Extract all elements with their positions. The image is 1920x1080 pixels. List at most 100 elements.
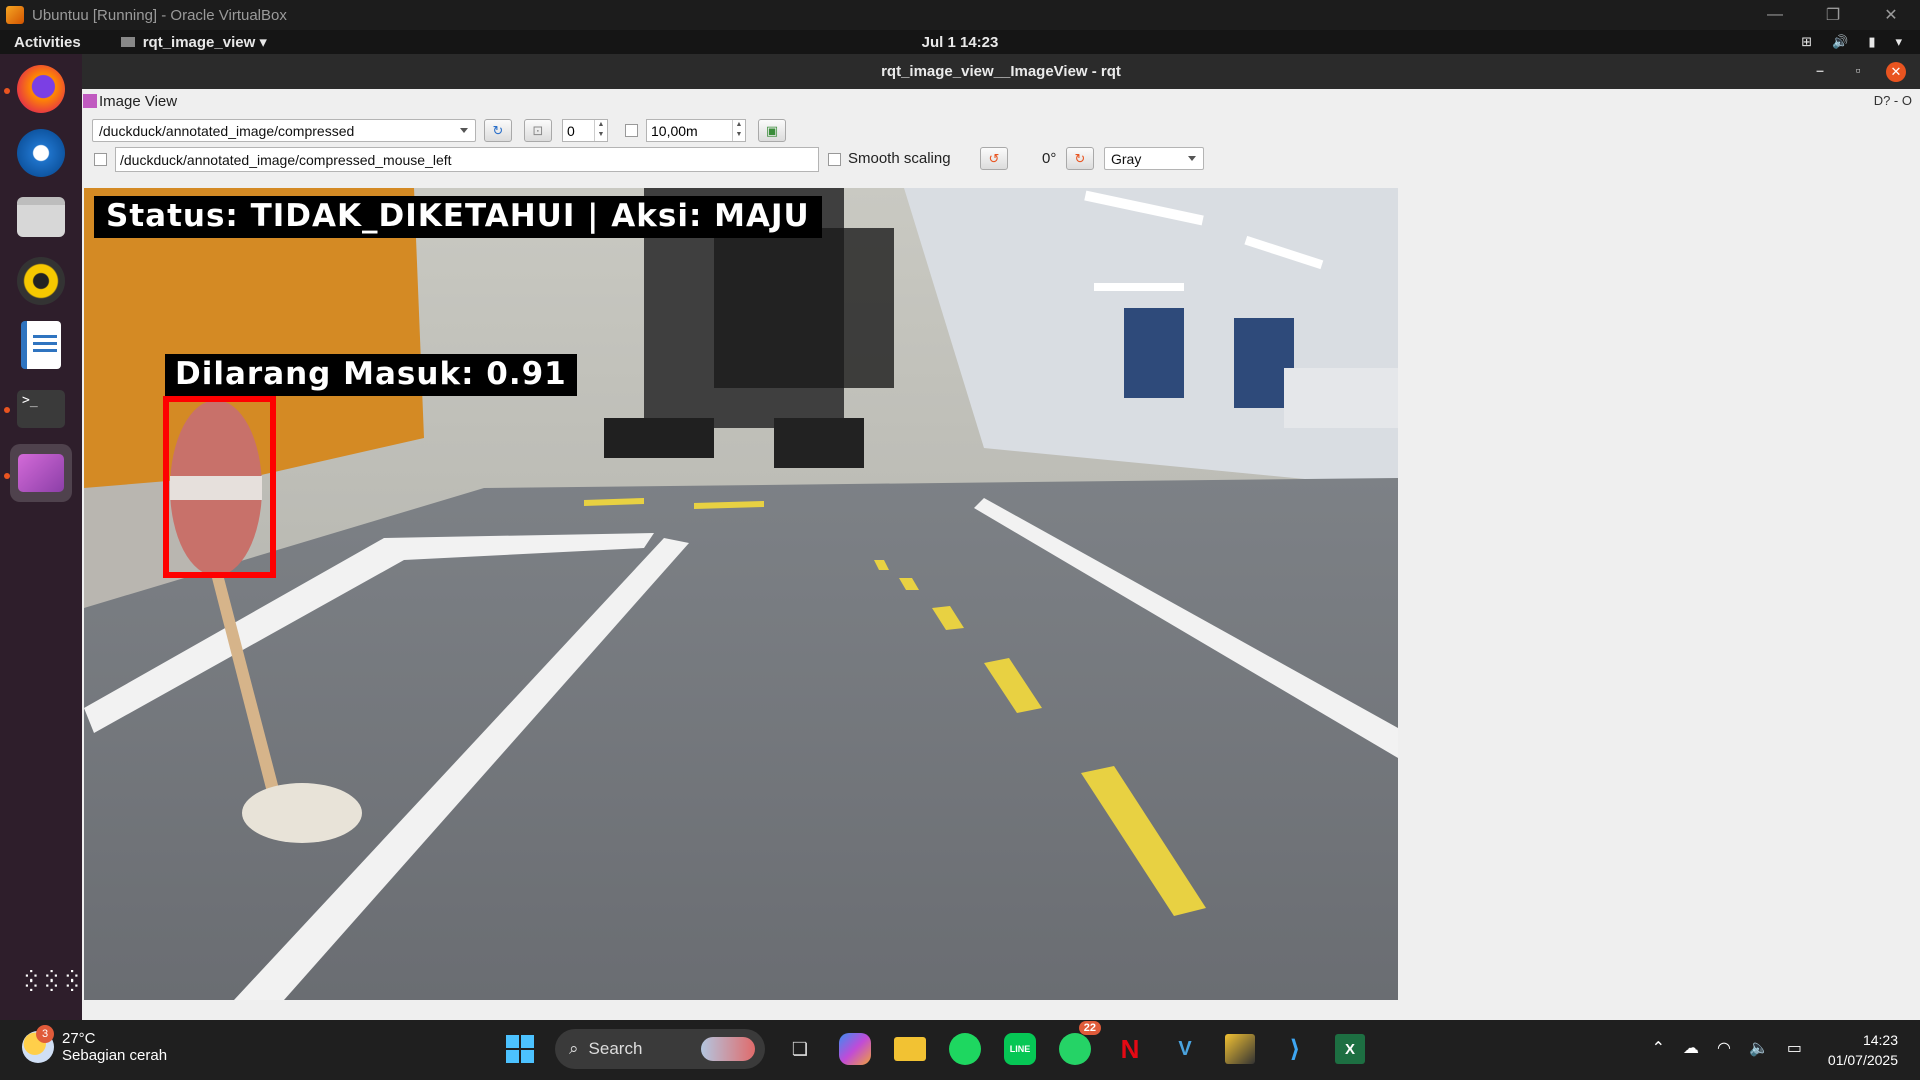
rqt-window-title: rqt_image_view__ImageView - rqt bbox=[881, 63, 1121, 80]
rotate-right-button[interactable]: ↻ bbox=[1066, 147, 1094, 170]
speaker-icon[interactable]: 🔈 bbox=[1749, 1038, 1769, 1058]
rate-spin-box[interactable]: 10,00m ▲ ▼ bbox=[646, 119, 746, 142]
task-view-icon[interactable]: ❏ bbox=[780, 1029, 820, 1069]
system-menu[interactable]: ⊞ 🔊 ▮ ▾ bbox=[1801, 34, 1902, 50]
smooth-scaling-label: Smooth scaling bbox=[848, 150, 951, 167]
plugin-tools[interactable]: D? - O bbox=[1874, 93, 1912, 108]
virtualbox-icon bbox=[6, 6, 24, 24]
search-highlight-icon bbox=[701, 1037, 755, 1061]
firefox-icon bbox=[17, 65, 65, 113]
system-tray[interactable]: ⌃ ☁ ◠ 🔈 ▭ bbox=[1652, 1038, 1802, 1058]
search-label: Search bbox=[588, 1039, 643, 1058]
netflix-icon[interactable]: N bbox=[1110, 1029, 1150, 1069]
onedrive-icon[interactable]: ☁ bbox=[1683, 1038, 1699, 1058]
refresh-icon: ↻ bbox=[492, 122, 504, 138]
zoom-icon: ⊡ bbox=[532, 122, 544, 138]
temperature: 27°C bbox=[62, 1030, 96, 1047]
windows-logo-icon bbox=[506, 1035, 534, 1063]
chevron-up-icon[interactable]: ⌃ bbox=[1652, 1038, 1665, 1058]
rhythmbox-icon bbox=[17, 257, 65, 305]
rqt-close-button[interactable]: ✕ bbox=[1886, 62, 1906, 82]
mouse-topic-value: /duckduck/annotated_image/compressed_mou… bbox=[120, 151, 452, 168]
image-icon: ▣ bbox=[765, 122, 779, 138]
rotate-left-button[interactable]: ↺ bbox=[980, 147, 1008, 170]
zoom-button[interactable]: ⊡ bbox=[524, 119, 552, 142]
save-image-button[interactable]: ▣ bbox=[758, 119, 786, 142]
dock-firefox[interactable] bbox=[10, 60, 72, 118]
spin-value: 0 bbox=[567, 122, 575, 139]
windows-taskbar: 3 27°C Sebagian cerah ⌕ Search ❏ LINE 22… bbox=[0, 1020, 1920, 1080]
colormap-value: Gray bbox=[1111, 150, 1142, 167]
app-menu-label: rqt_image_view ▾ bbox=[142, 34, 267, 51]
restore-button[interactable]: ❐ bbox=[1804, 0, 1862, 30]
battery-charging-icon[interactable]: ▭ bbox=[1787, 1038, 1802, 1058]
taskbar-clock[interactable]: 14:23 01/07/2025 bbox=[1828, 1030, 1898, 1070]
spin-box[interactable]: 0 ▲ ▼ bbox=[562, 119, 608, 142]
rate-value: 10,00m bbox=[651, 122, 698, 139]
close-button[interactable]: ✕ bbox=[1862, 0, 1920, 30]
gnome-top-bar: Activities rqt_image_view ▾ Jul 1 14:23 … bbox=[0, 30, 1920, 54]
top-bar-clock[interactable]: Jul 1 14:23 bbox=[922, 34, 999, 51]
taskbar-search[interactable]: ⌕ Search bbox=[555, 1029, 765, 1069]
mouse-publish-checkbox[interactable] bbox=[94, 153, 107, 166]
camera-image[interactable]: Status: TIDAK_DIKETAHUI | Aksi: MAJU Dil… bbox=[84, 188, 1398, 1000]
whatsapp-icon[interactable]: 22 bbox=[1055, 1021, 1101, 1069]
rqt-body: Image View D? - O /duckduck/annotated_im… bbox=[82, 89, 1920, 1020]
thunderbird-icon bbox=[17, 129, 65, 177]
dock-image-viewer[interactable] bbox=[10, 444, 72, 502]
rotate-left-icon: ↺ bbox=[988, 150, 1000, 166]
dock-writer[interactable] bbox=[10, 316, 72, 374]
whatsapp-badge: 22 bbox=[1078, 1021, 1101, 1035]
wifi-icon[interactable]: ◠ bbox=[1717, 1038, 1731, 1058]
rotation-label: 0° bbox=[1042, 150, 1057, 167]
battery-icon: ▮ bbox=[1868, 34, 1876, 49]
dock-files[interactable] bbox=[10, 188, 72, 246]
spin-arrows-icon[interactable]: ▲ ▼ bbox=[732, 120, 745, 141]
plugin-title: Image View bbox=[82, 91, 177, 111]
show-apps-icon[interactable]: ⁘⁘⁘ ⁘⁘⁘ bbox=[22, 966, 83, 998]
weather-widget[interactable]: 3 27°C Sebagian cerah bbox=[22, 1025, 168, 1064]
line-icon[interactable]: LINE bbox=[1000, 1029, 1040, 1069]
file-explorer-icon[interactable] bbox=[890, 1029, 930, 1069]
mouse-topic-input[interactable]: /duckduck/annotated_image/compressed_mou… bbox=[115, 147, 819, 172]
copilot-icon[interactable] bbox=[839, 1033, 871, 1065]
start-button[interactable] bbox=[500, 1029, 540, 1069]
dock-thunderbird[interactable] bbox=[10, 124, 72, 182]
partly-sunny-icon: 3 bbox=[22, 1025, 54, 1063]
weather-description: Sebagian cerah bbox=[62, 1047, 168, 1064]
topic-value: /duckduck/annotated_image/compressed bbox=[99, 122, 355, 139]
camera-scene bbox=[84, 188, 1398, 1000]
app-menu[interactable]: rqt_image_view ▾ bbox=[120, 33, 267, 51]
smooth-scaling-checkbox[interactable] bbox=[828, 153, 841, 166]
rqt-titlebar: rqt_image_view__ImageView - rqt – ▫ ✕ bbox=[82, 54, 1920, 89]
topic-combo[interactable]: /duckduck/annotated_image/compressed bbox=[92, 119, 476, 142]
dock-terminal[interactable]: >_ bbox=[10, 380, 72, 438]
minimize-button[interactable]: — bbox=[1746, 0, 1804, 30]
dock-rhythmbox[interactable] bbox=[10, 252, 72, 310]
taskbar-date: 01/07/2025 bbox=[1827, 1052, 1898, 1068]
menu-caret-icon: ▾ bbox=[1895, 34, 1902, 49]
vscode-icon[interactable]: ⟩ bbox=[1275, 1029, 1315, 1069]
ubuntu-dock: >_ ⁘⁘⁘ ⁘⁘⁘ bbox=[0, 54, 82, 1020]
image-viewer-icon bbox=[18, 454, 64, 492]
libreoffice-writer-icon bbox=[21, 321, 61, 369]
network-icon: ⊞ bbox=[1801, 34, 1813, 49]
excel-icon[interactable]: X bbox=[1330, 1029, 1370, 1069]
spin-arrows-icon[interactable]: ▲ ▼ bbox=[594, 120, 607, 141]
app-x64-icon[interactable] bbox=[1220, 1029, 1260, 1069]
taskbar-apps: ⌕ Search ❏ LINE 22 N V ⟩ X bbox=[500, 1021, 1370, 1069]
colormap-combo[interactable]: Gray bbox=[1104, 147, 1204, 170]
search-icon: ⌕ bbox=[569, 1039, 579, 1058]
detection-label: Dilarang Masuk: 0.91 bbox=[165, 354, 577, 396]
virtualbox-taskbar-icon[interactable]: V bbox=[1165, 1029, 1205, 1069]
activities-button[interactable]: Activities bbox=[0, 34, 95, 51]
spotify-icon[interactable] bbox=[945, 1029, 985, 1069]
refresh-button[interactable]: ↻ bbox=[484, 119, 512, 142]
window-title: Ubuntuu [Running] - Oracle VirtualBox bbox=[32, 6, 287, 24]
dynamic-range-checkbox[interactable] bbox=[625, 124, 638, 137]
volume-icon: 🔊 bbox=[1832, 34, 1849, 49]
rqt-minimize-button[interactable]: – bbox=[1810, 62, 1830, 80]
rqt-restore-button[interactable]: ▫ bbox=[1848, 62, 1868, 80]
virtualbox-titlebar: Ubuntuu [Running] - Oracle VirtualBox — … bbox=[0, 0, 1920, 30]
terminal-icon: >_ bbox=[17, 390, 65, 428]
